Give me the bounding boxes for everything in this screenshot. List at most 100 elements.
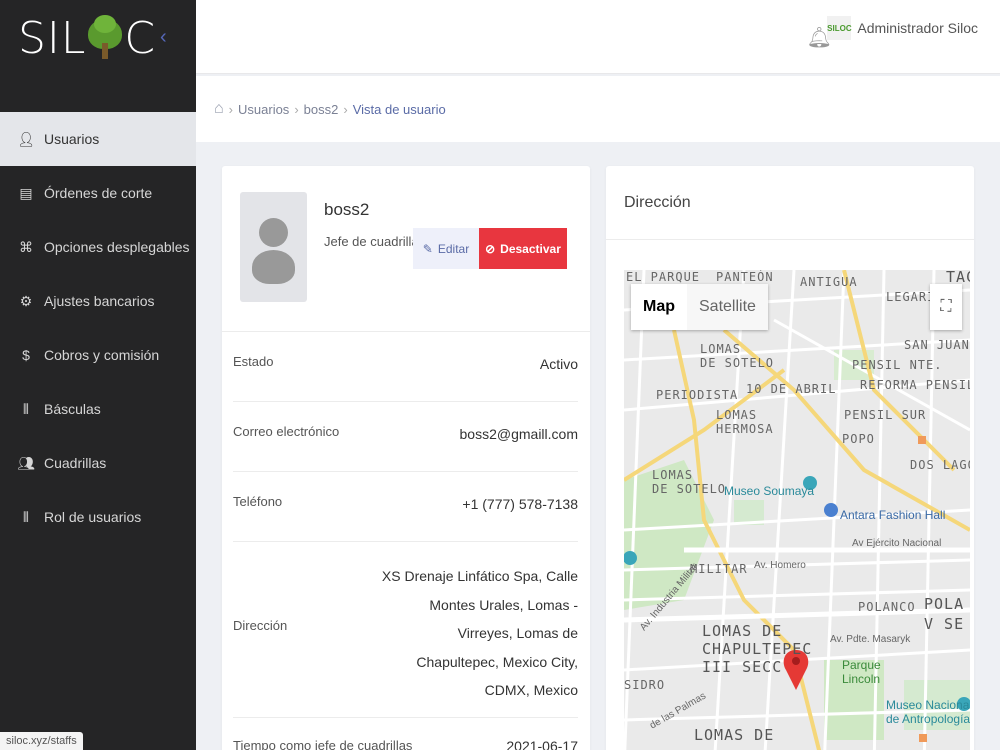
breadcrumb-current: Vista de usuario: [352, 101, 446, 117]
invoice-icon: $: [22, 347, 30, 363]
breadcrumb-user[interactable]: boss2: [304, 102, 339, 117]
map-label: REFORMA PENSIL: [860, 378, 970, 392]
sidebar-item-rol[interactable]: ⫴ Rol de usuarios: [0, 490, 196, 544]
field-row: Teléfono +1 (777) 578-7138: [233, 472, 578, 542]
map-label: PENSIL NTE.: [852, 358, 943, 372]
field-value: Activo: [539, 356, 578, 372]
sidebar-item-label: Básculas: [44, 401, 101, 417]
map-label: LOMAS DE CHAPULTEPEC III SECC: [702, 622, 813, 676]
map-label: Parque Lincoln: [842, 658, 881, 686]
gear-icon: ⚙: [19, 292, 33, 309]
map-label: POLANCO: [858, 600, 916, 614]
breadcrumb-usuarios[interactable]: Usuarios: [238, 102, 289, 117]
field-label: Teléfono: [233, 494, 283, 509]
profile-header: boss2 Jefe de cuadrilla ✎ Editar ⊘ Desac…: [222, 166, 590, 332]
map-label: SIDRO: [624, 678, 666, 692]
home-icon[interactable]: ⌂: [214, 100, 224, 118]
edit-button-label: Editar: [437, 241, 470, 256]
user-name: Administrador Siloc: [857, 20, 978, 36]
field-label: Correo electrónico: [233, 424, 340, 439]
map-label: PERIODISTA: [656, 388, 739, 402]
map-label: SAN JUANIC: [904, 338, 970, 352]
sidebar-item-basculas[interactable]: ⫴ Básculas: [0, 382, 196, 436]
map-label: LOMAS DE SOTELO: [700, 342, 775, 370]
field-value: XS Drenaje Linfático Spa, Calle Montes U…: [381, 568, 578, 698]
deactivate-button-label: Desactivar: [500, 241, 561, 256]
sidebar-item-label: Rol de usuarios: [44, 509, 142, 525]
field-label: Tiempo como jefe de cuadrillas: [233, 738, 413, 750]
map-label: LOMAS HERMOSA: [716, 408, 774, 436]
field-value: 2021-06-17: [506, 738, 578, 750]
map-button[interactable]: Map: [631, 284, 687, 330]
field-value: +1 (777) 578-7138: [462, 496, 578, 512]
map-label: LOMAS DE: [694, 726, 775, 744]
top-header: 🔔︎ SILOC Administrador Siloc: [196, 0, 1000, 74]
sidebar-item-opciones[interactable]: ⌘ Opciones desplegables: [0, 220, 196, 274]
sidebar-item-ajustes[interactable]: ⚙ Ajustes bancarios: [0, 274, 196, 328]
map-label: POPO: [842, 432, 875, 446]
field-label: Estado: [233, 354, 274, 369]
fullscreen-icon[interactable]: ⛶: [930, 284, 962, 330]
library-icon: ⫴: [23, 400, 29, 417]
profile-avatar: [240, 192, 307, 302]
user-icon: 👤︎: [17, 130, 35, 147]
profile-card: boss2 Jefe de cuadrilla ✎ Editar ⊘ Desac…: [222, 166, 590, 750]
sidebar-menu: 👤︎ Usuarios ▤ Órdenes de corte ⌘ Opcione…: [0, 112, 196, 544]
app-logo[interactable]: SIL C ‹: [0, 0, 196, 76]
deactivate-button[interactable]: ⊘ Desactivar: [479, 228, 567, 269]
sidebar-item-cuadrillas[interactable]: 👥︎ Cuadrillas: [0, 436, 196, 490]
users-icon: 👥︎: [17, 454, 35, 471]
user-menu[interactable]: SILOC Administrador Siloc: [827, 16, 978, 40]
sidebar-item-ordenes[interactable]: ▤ Órdenes de corte: [0, 166, 196, 220]
map-label: LOMAS DE SOTELO: [652, 468, 727, 496]
edit-button[interactable]: ✎ Editar: [413, 228, 479, 269]
map-label: Antara Fashion Hall: [840, 508, 946, 522]
map-label: PENSIL SUR: [844, 408, 927, 422]
map-type-control: Map Satellite: [631, 284, 768, 330]
map-label: EL PARQUE: [626, 270, 701, 284]
map-label: Av Ejército Nacional: [852, 538, 942, 549]
map-label: PANTEÓN: [716, 270, 774, 284]
map-label: ANTIGUA: [800, 275, 858, 289]
map-label: Museo Nacional de Antropología: [886, 698, 970, 726]
command-icon: ⌘: [19, 238, 33, 255]
breadcrumb: ⌂ › Usuarios › boss2 › Vista de usuario: [196, 76, 1000, 142]
field-row: Tiempo como jefe de cuadrillas 2021-06-1…: [233, 718, 578, 750]
ban-icon: ⊘: [485, 241, 496, 256]
status-url: siloc.xyz/staffs: [0, 732, 83, 750]
map-label: 10 DE ABRIL: [746, 382, 837, 396]
logo-text-left: SIL: [18, 12, 87, 64]
field-row: Dirección XS Drenaje Linfático Spa, Call…: [233, 542, 578, 718]
library-icon: ⫴: [23, 508, 29, 525]
field-row: Estado Activo: [233, 332, 578, 402]
map-label: DOS LAGOS: [910, 458, 970, 472]
logo-text-right: C: [124, 12, 157, 64]
google-map[interactable]: Map Satellite ⛶ EL PARQUE PANTEÓN ANTIGU…: [624, 270, 970, 750]
map-label: Av. Pdte. Masaryk: [830, 634, 911, 645]
profile-fields: Estado Activo Correo electrónico boss2@g…: [222, 332, 590, 750]
address-card: Dirección Map Satellite ⛶ EL PARQUE PANT…: [606, 166, 974, 750]
satellite-button[interactable]: Satellite: [687, 284, 768, 330]
edit-icon: ✎: [422, 241, 433, 256]
address-card-title: Dirección: [606, 166, 974, 240]
map-label: POLA V SE: [924, 595, 965, 633]
field-value: boss2@gmaill.com: [459, 426, 578, 442]
sidebar-item-usuarios[interactable]: 👤︎ Usuarios: [0, 112, 196, 166]
profile-role: Jefe de cuadrilla: [324, 234, 419, 249]
map-label: Museo Soumaya: [724, 484, 815, 498]
server-icon: ▤: [19, 184, 33, 201]
field-row: Correo electrónico boss2@gmaill.com: [233, 402, 578, 472]
tree-logo-icon: [88, 15, 123, 61]
sidebar-item-label: Órdenes de corte: [44, 185, 153, 201]
sidebar-item-label: Usuarios: [44, 131, 100, 147]
sidebar: SIL C ‹ 👤︎ Usuarios ▤ Órdenes de corte ⌘…: [0, 0, 196, 750]
sidebar-item-label: Cuadrillas: [44, 455, 107, 471]
sidebar-item-label: Opciones desplegables: [44, 239, 190, 255]
sidebar-item-label: Cobros y comisión: [44, 347, 160, 363]
map-label: Av. Homero: [754, 560, 806, 571]
collapse-sidebar-icon[interactable]: ‹: [160, 26, 167, 49]
field-label: Dirección: [233, 618, 288, 633]
sidebar-item-label: Ajustes bancarios: [44, 293, 155, 309]
avatar: SILOC: [827, 16, 852, 40]
sidebar-item-cobros[interactable]: $ Cobros y comisión: [0, 328, 196, 382]
